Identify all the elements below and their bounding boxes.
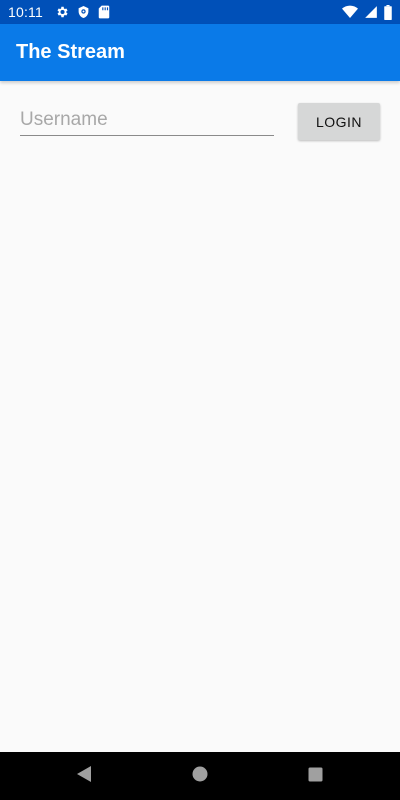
status-bar: 10:11 xyxy=(0,0,400,24)
back-button[interactable] xyxy=(56,752,112,800)
battery-icon xyxy=(384,4,392,20)
app-bar: The Stream xyxy=(0,24,400,81)
app-screen: 10:11 The Stream Username LOGIN xyxy=(0,0,400,800)
home-button[interactable] xyxy=(172,752,228,800)
signal-icon xyxy=(364,5,378,19)
home-icon xyxy=(192,766,208,786)
status-system-icons xyxy=(342,4,392,20)
gear-icon xyxy=(55,5,69,19)
recents-button[interactable] xyxy=(287,752,343,800)
username-input[interactable] xyxy=(20,108,274,136)
recents-icon xyxy=(308,767,323,786)
sd-card-icon xyxy=(98,5,110,19)
status-time: 10:11 xyxy=(8,4,43,20)
navigation-bar xyxy=(0,752,400,800)
login-button[interactable]: LOGIN xyxy=(298,103,380,140)
shield-icon xyxy=(77,5,90,19)
wifi-icon xyxy=(342,5,358,19)
status-notification-icons xyxy=(55,5,110,19)
app-title: The Stream xyxy=(16,41,125,63)
back-icon xyxy=(76,765,92,787)
login-form: LOGIN xyxy=(20,102,382,142)
